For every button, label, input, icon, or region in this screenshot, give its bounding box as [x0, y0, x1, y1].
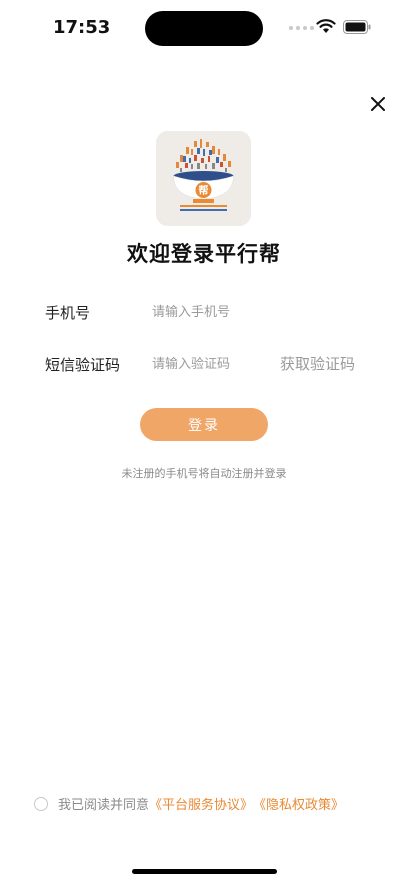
- app-logo: 帮: [156, 131, 251, 226]
- register-hint: 未注册的手机号将自动注册并登录: [121, 467, 287, 480]
- agreement-prefix: 我已阅读并同意: [58, 798, 150, 813]
- code-label: 短信验证码: [45, 356, 121, 374]
- agree-checkbox[interactable]: [34, 796, 48, 811]
- page-title: 欢迎登录平行帮: [127, 242, 281, 266]
- status-time: 17:53: [53, 17, 111, 38]
- status-bar: 17:53: [0, 0, 408, 56]
- privacy-policy-link[interactable]: 《隐私权政策》: [253, 794, 344, 813]
- phone-input[interactable]: [152, 303, 352, 321]
- wifi-icon: [316, 19, 336, 33]
- get-code-button[interactable]: 获取验证码: [280, 353, 355, 374]
- dynamic-island: [145, 11, 263, 46]
- login-button[interactable]: 登录: [140, 408, 268, 441]
- bowl-logo-icon: 帮: [156, 131, 251, 226]
- logo-character: 帮: [199, 184, 209, 197]
- close-icon[interactable]: [366, 92, 390, 116]
- code-input[interactable]: [152, 355, 267, 373]
- phone-label: 手机号: [45, 304, 91, 322]
- home-indicator: [132, 869, 277, 874]
- platform-agreement-link[interactable]: 《平台服务协议》: [149, 794, 253, 813]
- battery-icon: [343, 20, 371, 34]
- agreement-row: 我已阅读并同意 《平台服务协议》 《隐私权政策》: [34, 794, 344, 813]
- signal-icon: [289, 26, 314, 30]
